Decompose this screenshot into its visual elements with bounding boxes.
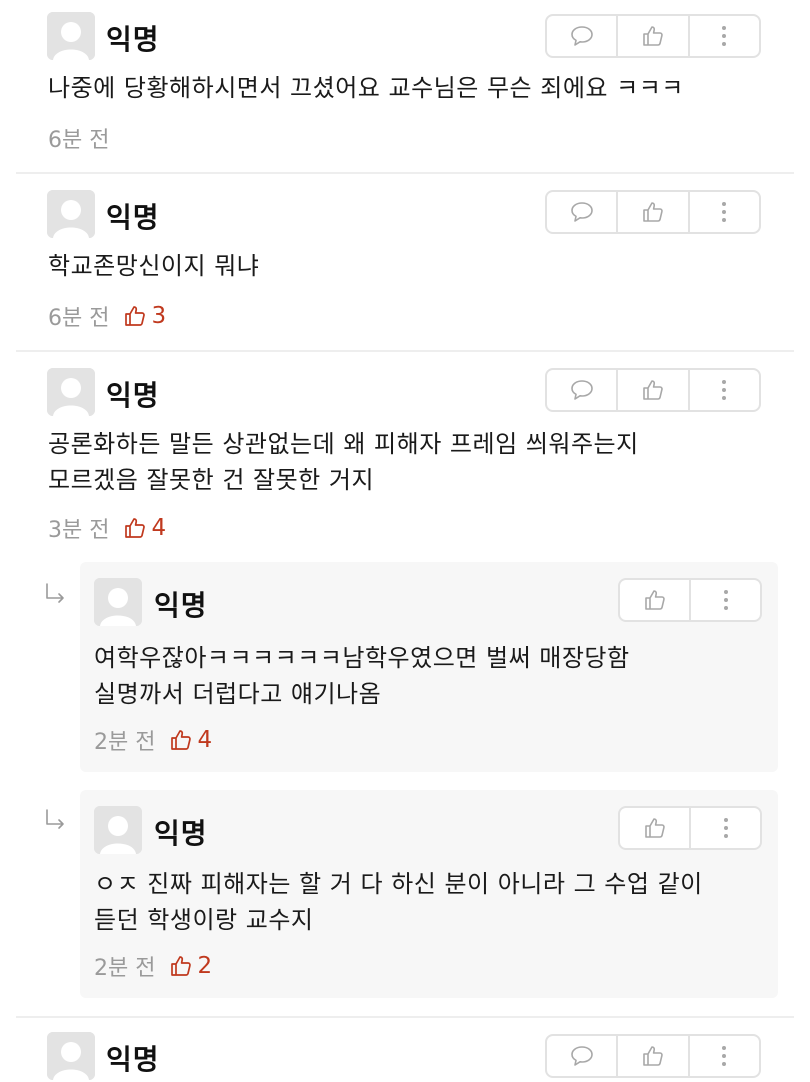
comment-text: 나중에 당황해하시면서 끄셨어요 교수님은 무슨 죄에요 ㅋㅋㅋ <box>48 74 684 102</box>
speech-bubble-icon <box>570 26 593 46</box>
reply-meta: 2분 전 4 <box>94 724 212 756</box>
like-button[interactable] <box>620 808 689 848</box>
thumbs-up-icon <box>125 306 146 326</box>
timestamp: 3분 전 <box>48 518 110 543</box>
comment-text: 공론화하든 말든 상관없는데 왜 피해자 프레임 씌워주는지 모르겠음 잘못한 … <box>48 430 639 494</box>
reply-button[interactable] <box>547 1036 616 1076</box>
thumbs-up-icon <box>643 1046 663 1066</box>
timestamp: 6분 전 <box>48 128 110 153</box>
default-avatar-icon <box>47 190 95 238</box>
more-vertical-icon <box>722 26 727 46</box>
avatar[interactable] <box>94 806 142 854</box>
more-button[interactable] <box>687 16 759 56</box>
default-avatar-icon <box>94 806 142 854</box>
more-vertical-icon <box>723 818 728 838</box>
more-button[interactable] <box>687 370 759 410</box>
comment-meta: 3분 전 4 <box>48 512 166 544</box>
avatar[interactable] <box>94 578 142 626</box>
reply-arrow-icon <box>44 808 68 834</box>
thumbs-up-icon <box>643 380 663 400</box>
speech-bubble-icon <box>570 202 593 222</box>
default-avatar-icon <box>47 368 95 416</box>
comment: 익명 학교존망신이지 뭐냐 6분 전 3 <box>0 174 810 350</box>
like-count[interactable]: 4 <box>169 727 212 753</box>
avatar[interactable] <box>47 12 95 60</box>
default-avatar-icon <box>47 1032 95 1080</box>
reply: 익명 여학우잖아ㅋㅋㅋㅋㅋㅋ남학우였으면 벌써 매장당함 실명까서 더럽다고 얘… <box>80 562 778 772</box>
like-count[interactable]: 2 <box>169 953 212 979</box>
comment-actions <box>545 190 761 234</box>
reply-actions <box>618 578 762 622</box>
reply-button[interactable] <box>547 370 616 410</box>
like-count-value: 4 <box>197 727 213 753</box>
reply-button[interactable] <box>547 16 616 56</box>
comment-actions <box>545 14 761 58</box>
like-count-value: 2 <box>197 953 213 979</box>
thumbs-up-icon <box>644 818 665 838</box>
more-button[interactable] <box>687 1036 759 1076</box>
author-name: 익명 <box>106 201 160 234</box>
comment-text: 학교존망신이지 뭐냐 <box>48 252 260 280</box>
reply-actions <box>618 806 762 850</box>
thumbs-up-icon <box>171 730 192 750</box>
like-count[interactable]: 4 <box>123 515 166 541</box>
comment: 익명 <box>0 1018 810 1082</box>
timestamp: 2분 전 <box>94 956 156 981</box>
author-name: 익명 <box>154 817 208 850</box>
more-button[interactable] <box>687 192 759 232</box>
speech-bubble-icon <box>570 1046 593 1066</box>
more-vertical-icon <box>722 1046 727 1066</box>
default-avatar-icon <box>47 12 95 60</box>
more-vertical-icon <box>722 202 727 222</box>
comment-meta: 6분 전 3 <box>48 300 166 332</box>
like-count[interactable]: 3 <box>123 303 166 329</box>
speech-bubble-icon <box>570 380 593 400</box>
thumbs-up-icon <box>643 26 663 46</box>
like-button[interactable] <box>620 580 689 620</box>
like-count-value: 4 <box>151 515 167 541</box>
avatar[interactable] <box>47 190 95 238</box>
like-button[interactable] <box>616 370 687 410</box>
like-button[interactable] <box>616 1036 687 1076</box>
reply-meta: 2분 전 2 <box>94 950 212 982</box>
thumbs-up-icon <box>171 956 192 976</box>
author-name: 익명 <box>154 589 208 622</box>
more-vertical-icon <box>723 590 728 610</box>
timestamp: 6분 전 <box>48 306 110 331</box>
avatar[interactable] <box>47 368 95 416</box>
comment: 익명 공론화하든 말든 상관없는데 왜 피해자 프레임 씌워주는지 모르겠음 잘… <box>0 352 810 558</box>
avatar[interactable] <box>47 1032 95 1080</box>
like-button[interactable] <box>616 16 687 56</box>
comment-meta: 6분 전 <box>48 122 109 154</box>
reply-arrow-icon <box>44 582 68 608</box>
reply-button[interactable] <box>547 192 616 232</box>
more-button[interactable] <box>689 580 760 620</box>
more-vertical-icon <box>722 380 727 400</box>
thumbs-up-icon <box>644 590 665 610</box>
thumbs-up-icon <box>125 518 146 538</box>
default-avatar-icon <box>94 578 142 626</box>
reply: 익명 ㅇㅈ 진짜 피해자는 할 거 다 하신 분이 아니라 그 수업 같이 듣던… <box>80 790 778 998</box>
thumbs-up-icon <box>643 202 663 222</box>
reply-text: 여학우잖아ㅋㅋㅋㅋㅋㅋ남학우였으면 벌써 매장당함 실명까서 더럽다고 얘기나옴 <box>94 644 630 708</box>
author-name: 익명 <box>106 23 160 56</box>
more-button[interactable] <box>689 808 760 848</box>
timestamp: 2분 전 <box>94 730 156 755</box>
author-name: 익명 <box>106 1043 160 1076</box>
reply-text: ㅇㅈ 진짜 피해자는 할 거 다 하신 분이 아니라 그 수업 같이 듣던 학생… <box>94 870 703 934</box>
comment: 익명 나중에 당황해하시면서 끄셨어요 교수님은 무슨 죄에요 ㅋㅋㅋ 6분 전 <box>0 0 810 172</box>
comment-actions <box>545 1034 761 1078</box>
comment-actions <box>545 368 761 412</box>
like-count-value: 3 <box>151 303 167 329</box>
like-button[interactable] <box>616 192 687 232</box>
author-name: 익명 <box>106 379 160 412</box>
